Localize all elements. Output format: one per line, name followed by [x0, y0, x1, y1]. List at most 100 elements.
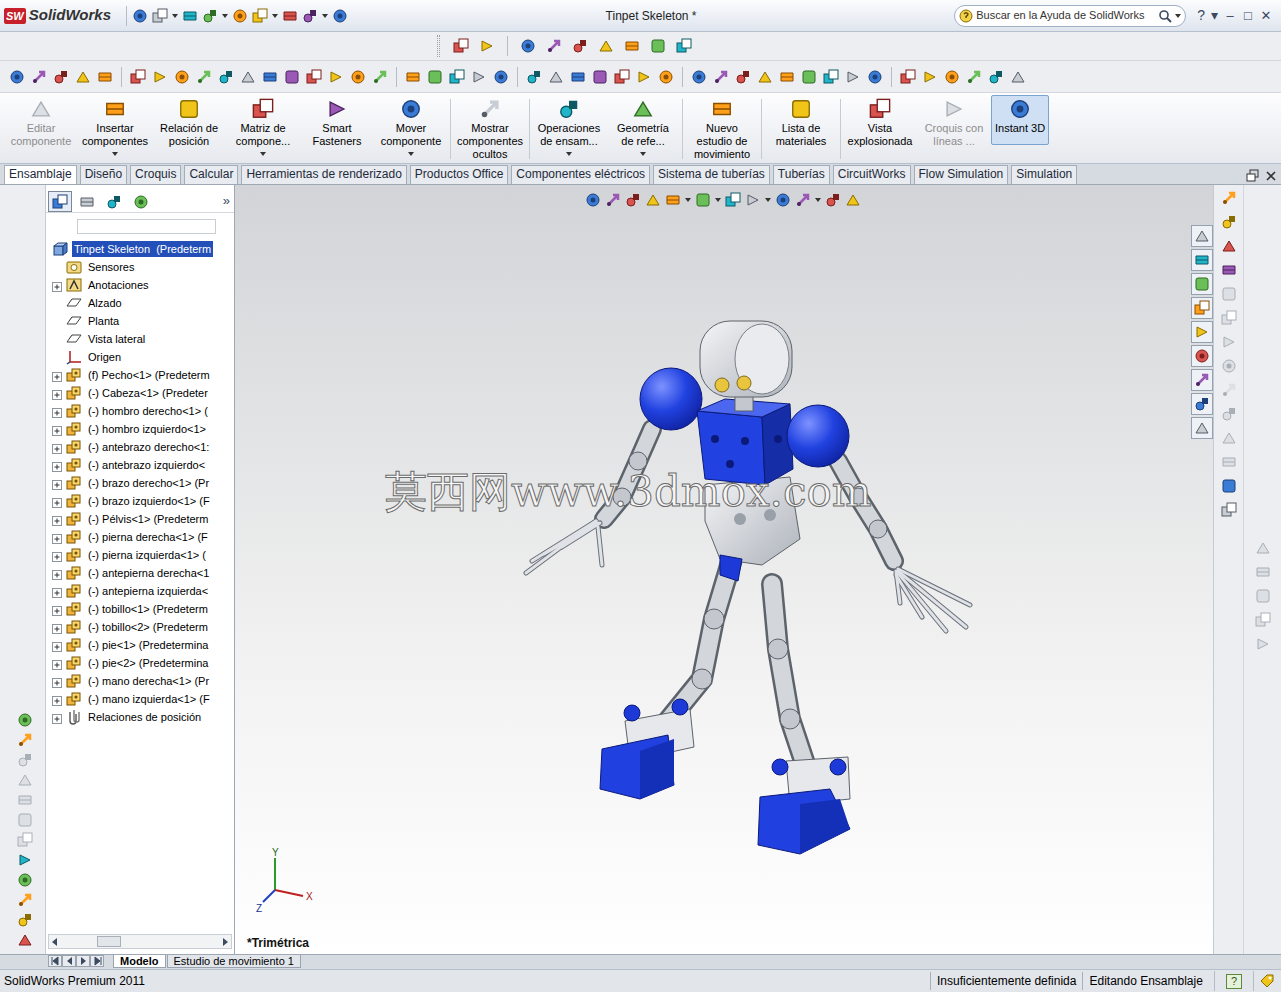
tree-item[interactable]: (-) Pélvis<1> (Predeterm: [46, 510, 234, 528]
command-tab[interactable]: Croquis: [130, 165, 181, 184]
tool-icon[interactable]: [4, 752, 45, 768]
dropdown-arrow-icon[interactable]: [715, 198, 721, 202]
tool-icon[interactable]: [332, 8, 348, 24]
help-menu[interactable]: ▾: [1208, 5, 1221, 26]
expand-toggle[interactable]: [52, 622, 63, 633]
close-icon[interactable]: [1261, 168, 1281, 184]
dropdown-arrow-icon[interactable]: [815, 198, 821, 202]
panel-tab[interactable]: [75, 191, 99, 212]
dropdown-arrow-icon[interactable]: [765, 198, 771, 202]
tree-item[interactable]: (-) antepierna izquierda<: [46, 582, 234, 600]
tool-icon[interactable]: [237, 66, 259, 88]
tool-icon[interactable]: [1218, 451, 1240, 473]
tree-item[interactable]: (-) mano izquierda<1> (F: [46, 690, 234, 708]
tree-item[interactable]: (-) hombro derecho<1> (: [46, 402, 234, 420]
command-tab[interactable]: Componentes eléctricos: [511, 165, 650, 184]
tool-icon[interactable]: [1218, 307, 1240, 329]
command-tab[interactable]: Herramientas de renderizado: [241, 165, 406, 184]
tree-item[interactable]: (-) pie<2> (Predetermina: [46, 654, 234, 672]
window-control[interactable]: □: [1239, 6, 1257, 26]
tool-icon[interactable]: [776, 66, 798, 88]
tool-icon[interactable]: [595, 35, 617, 57]
tree-item[interactable]: (-) antebrazo izquierdo<: [46, 456, 234, 474]
tool-icon[interactable]: [1252, 585, 1274, 607]
expand-toggle[interactable]: [52, 424, 63, 435]
tree-item[interactable]: (-) tobillo<1> (Predeterm: [46, 600, 234, 618]
dropdown-arrow-icon[interactable]: [685, 198, 691, 202]
dropdown-arrow-icon[interactable]: [640, 152, 646, 156]
expand-toggle[interactable]: [52, 550, 63, 561]
command-tab[interactable]: Sistema de tuberías: [653, 165, 770, 184]
scroll-left-icon[interactable]: [49, 936, 61, 948]
view-icon[interactable]: [605, 192, 621, 208]
tool-icon[interactable]: [569, 35, 591, 57]
tool-icon[interactable]: [302, 8, 318, 24]
command-button[interactable]: Lista de materiales: [764, 95, 838, 158]
tool-icon[interactable]: [1218, 235, 1240, 257]
tool-icon[interactable]: [842, 66, 864, 88]
tool-icon[interactable]: [732, 66, 754, 88]
tree-item[interactable]: (-) brazo izquierdo<1> (F: [46, 492, 234, 510]
tree-item[interactable]: Sensores: [46, 258, 234, 276]
expand-toggle[interactable]: [52, 496, 63, 507]
tool-icon[interactable]: [754, 66, 776, 88]
expand-toggle[interactable]: [52, 694, 63, 705]
tool-icon[interactable]: [424, 66, 446, 88]
tool-icon[interactable]: [1218, 283, 1240, 305]
tool-icon[interactable]: [567, 66, 589, 88]
tool-icon[interactable]: [1218, 403, 1240, 425]
command-button[interactable]: Croquis con líneas ...: [917, 95, 991, 158]
dropdown-arrow-icon[interactable]: [408, 152, 414, 156]
expand-toggle[interactable]: [52, 460, 63, 471]
scroll-thumb[interactable]: [97, 936, 121, 947]
command-tab[interactable]: Diseño: [80, 165, 127, 184]
expand-toggle[interactable]: [52, 280, 63, 291]
tool-icon[interactable]: [1252, 537, 1274, 559]
restore-icon[interactable]: [1245, 168, 1261, 184]
tree-item[interactable]: (-) Cabeza<1> (Predeter: [46, 384, 234, 402]
tool-icon[interactable]: [325, 66, 347, 88]
tree-item[interactable]: (f) Pecho<1> (Predeterm: [46, 366, 234, 384]
command-tab[interactable]: Calcular: [184, 165, 238, 184]
expand-toggle[interactable]: [52, 712, 63, 723]
expand-toggle[interactable]: [52, 658, 63, 669]
tool-icon[interactable]: [450, 35, 472, 57]
dropdown-arrow-icon[interactable]: [1175, 14, 1181, 18]
dropdown-arrow-icon[interactable]: [172, 14, 178, 18]
search-input[interactable]: [976, 7, 1155, 24]
expand-toggle[interactable]: [52, 604, 63, 615]
command-tab[interactable]: Productos Office: [410, 165, 509, 184]
panel-tab[interactable]: [129, 191, 153, 212]
tool-icon[interactable]: [171, 66, 193, 88]
view-icon[interactable]: [795, 192, 811, 208]
expand-toggle[interactable]: [52, 532, 63, 543]
task-pane-tab[interactable]: [1191, 393, 1213, 415]
tag-icon[interactable]: [1259, 973, 1275, 989]
task-pane-tab[interactable]: [1191, 249, 1213, 271]
tool-icon[interactable]: [1252, 561, 1274, 583]
view-icon[interactable]: [775, 192, 791, 208]
tool-icon[interactable]: [303, 66, 325, 88]
tool-icon[interactable]: [864, 66, 886, 88]
toolbar-grip[interactable]: [437, 35, 440, 57]
command-button[interactable]: Nuevo estudio de movimiento: [685, 95, 759, 171]
dropdown-arrow-icon[interactable]: [112, 152, 118, 156]
tool-icon[interactable]: [6, 66, 28, 88]
expand-toggle[interactable]: [52, 640, 63, 651]
command-button[interactable]: Operaciones de ensam...: [532, 95, 606, 158]
task-pane-tab[interactable]: [1191, 345, 1213, 367]
tool-icon[interactable]: [1007, 66, 1029, 88]
nav-button[interactable]: [76, 955, 90, 967]
view-icon[interactable]: [725, 192, 741, 208]
window-control[interactable]: ✕: [1257, 6, 1275, 26]
tool-icon[interactable]: [215, 66, 237, 88]
tool-icon[interactable]: [897, 66, 919, 88]
command-button[interactable]: Mover componente: [374, 95, 448, 158]
command-tab[interactable]: Tuberías: [773, 165, 830, 184]
expand-toggle[interactable]: [52, 370, 63, 381]
tool-icon[interactable]: [202, 8, 218, 24]
tool-icon[interactable]: [28, 66, 50, 88]
tool-icon[interactable]: [4, 912, 45, 928]
tool-icon[interactable]: [633, 66, 655, 88]
expand-toggle[interactable]: [52, 442, 63, 453]
